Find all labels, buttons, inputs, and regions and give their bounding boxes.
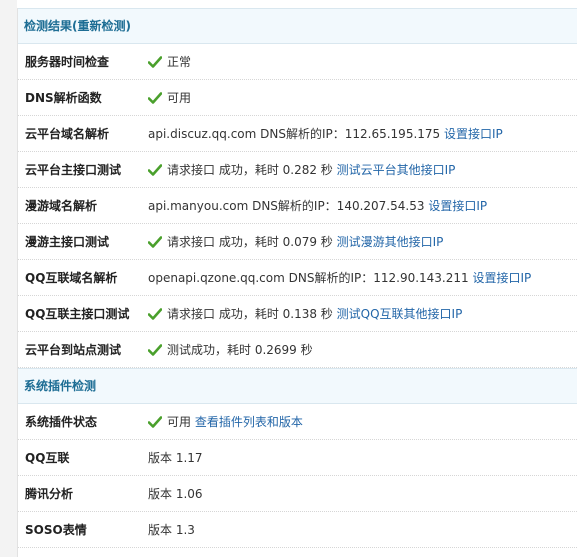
row-value: 可用	[148, 89, 577, 106]
row-value-text: 测试成功，耗时 0.2699 秒	[167, 343, 313, 357]
row-label: DNS解析函数	[25, 91, 102, 105]
left-edge	[0, 0, 18, 557]
row-action-link[interactable]: 查看插件列表和版本	[195, 413, 303, 430]
row-label: 漫游域名解析	[25, 199, 98, 213]
row-value: api.discuz.qq.com DNS解析的IP：112.65.195.17…	[148, 125, 577, 142]
row-value: openapi.qzone.qq.com DNS解析的IP：112.90.143…	[148, 269, 577, 286]
row-label: 腾讯分析	[25, 487, 74, 501]
row-value: 正常	[148, 53, 577, 70]
row-value: 版本 1.06	[148, 485, 577, 502]
check-results-table: 检测结果(重新检测) 服务器时间检查 正常 DNS解析函数 可用 云平台域名解析 api.d…	[18, 8, 577, 548]
row-value-text: 可用	[167, 91, 192, 105]
row-value: 可用 查看插件列表和版本	[148, 413, 577, 430]
row-value: api.manyou.com DNS解析的IP：140.207.54.53 设置…	[148, 197, 577, 214]
result-row: 腾讯分析 版本 1.06	[18, 476, 577, 512]
row-value: 请求接口 成功，耗时 0.079 秒 测试漫游其他接口IP	[148, 233, 577, 250]
row-label: 系统插件状态	[25, 415, 98, 429]
result-row: 系统插件状态 可用 查看插件列表和版本	[18, 404, 577, 440]
result-row: QQ互联域名解析 openapi.qzone.qq.com DNS解析的IP：11…	[18, 260, 577, 296]
row-label: SOSO表情	[25, 523, 87, 537]
row-value-text: api.discuz.qq.com DNS解析的IP：112.65.195.17…	[148, 127, 441, 141]
check-icon	[148, 415, 162, 428]
result-row: 云平台主接口测试 请求接口 成功，耗时 0.282 秒 测试云平台其他接口IP	[18, 152, 577, 188]
row-value-text: 版本 1.17	[148, 451, 203, 465]
row-value-text: 正常	[167, 55, 192, 69]
row-label: 云平台域名解析	[25, 127, 110, 141]
row-value: 请求接口 成功，耗时 0.138 秒 测试QQ互联其他接口IP	[148, 305, 577, 322]
row-label: QQ互联主接口测试	[25, 307, 130, 321]
page-frame: 检测结果(重新检测) 服务器时间检查 正常 DNS解析函数 可用 云平台域名解析 api.d…	[0, 0, 577, 557]
row-label: 服务器时间检查	[25, 55, 110, 69]
row-value: 版本 1.17	[148, 449, 577, 466]
row-value-text: openapi.qzone.qq.com DNS解析的IP：112.90.143…	[148, 271, 469, 285]
row-label: 云平台到站点测试	[25, 343, 122, 357]
row-value-text: 可用	[167, 415, 192, 429]
row-value-text: 版本 1.06	[148, 487, 203, 501]
section-header: 检测结果(重新检测)	[18, 8, 577, 44]
row-value-text: 请求接口 成功，耗时 0.138 秒	[167, 307, 333, 321]
result-row: SOSO表情 版本 1.3	[18, 512, 577, 548]
check-icon	[148, 307, 162, 320]
row-value: 版本 1.3	[148, 521, 577, 538]
row-label: 漫游主接口测试	[25, 235, 110, 249]
row-label: QQ互联	[25, 451, 70, 465]
result-row: 云平台域名解析 api.discuz.qq.com DNS解析的IP：112.65…	[18, 116, 577, 152]
result-row: DNS解析函数 可用	[18, 80, 577, 116]
check-icon	[148, 235, 162, 248]
check-icon	[148, 163, 162, 176]
row-label: QQ互联域名解析	[25, 271, 118, 285]
section-header: 系统插件检测	[18, 368, 577, 404]
check-icon	[148, 343, 162, 356]
row-action-link[interactable]: 设置接口IP	[472, 269, 531, 286]
result-row: 云平台到站点测试 测试成功，耗时 0.2699 秒	[18, 332, 577, 368]
row-action-link[interactable]: 测试漫游其他接口IP	[337, 233, 444, 250]
row-value-text: api.manyou.com DNS解析的IP：140.207.54.53	[148, 199, 425, 213]
row-value-text: 请求接口 成功，耗时 0.079 秒	[167, 235, 333, 249]
row-action-link[interactable]: 测试云平台其他接口IP	[337, 161, 456, 178]
row-value: 测试成功，耗时 0.2699 秒	[148, 341, 577, 358]
result-row: QQ互联主接口测试 请求接口 成功，耗时 0.138 秒 测试QQ互联其他接口IP	[18, 296, 577, 332]
result-row: 漫游主接口测试 请求接口 成功，耗时 0.079 秒 测试漫游其他接口IP	[18, 224, 577, 260]
result-row: QQ互联 版本 1.17	[18, 440, 577, 476]
result-row: 漫游域名解析 api.manyou.com DNS解析的IP：140.207.54…	[18, 188, 577, 224]
row-value: 请求接口 成功，耗时 0.282 秒 测试云平台其他接口IP	[148, 161, 577, 178]
row-action-link[interactable]: 设置接口IP	[444, 125, 503, 142]
row-action-link[interactable]: 设置接口IP	[428, 197, 487, 214]
check-icon	[148, 55, 162, 68]
check-icon	[148, 91, 162, 104]
result-row: 服务器时间检查 正常	[18, 44, 577, 80]
row-action-link[interactable]: 测试QQ互联其他接口IP	[337, 305, 463, 322]
row-value-text: 请求接口 成功，耗时 0.282 秒	[167, 163, 333, 177]
top-edge	[17, 0, 577, 8]
row-value-text: 版本 1.3	[148, 523, 195, 537]
row-label: 云平台主接口测试	[25, 163, 122, 177]
